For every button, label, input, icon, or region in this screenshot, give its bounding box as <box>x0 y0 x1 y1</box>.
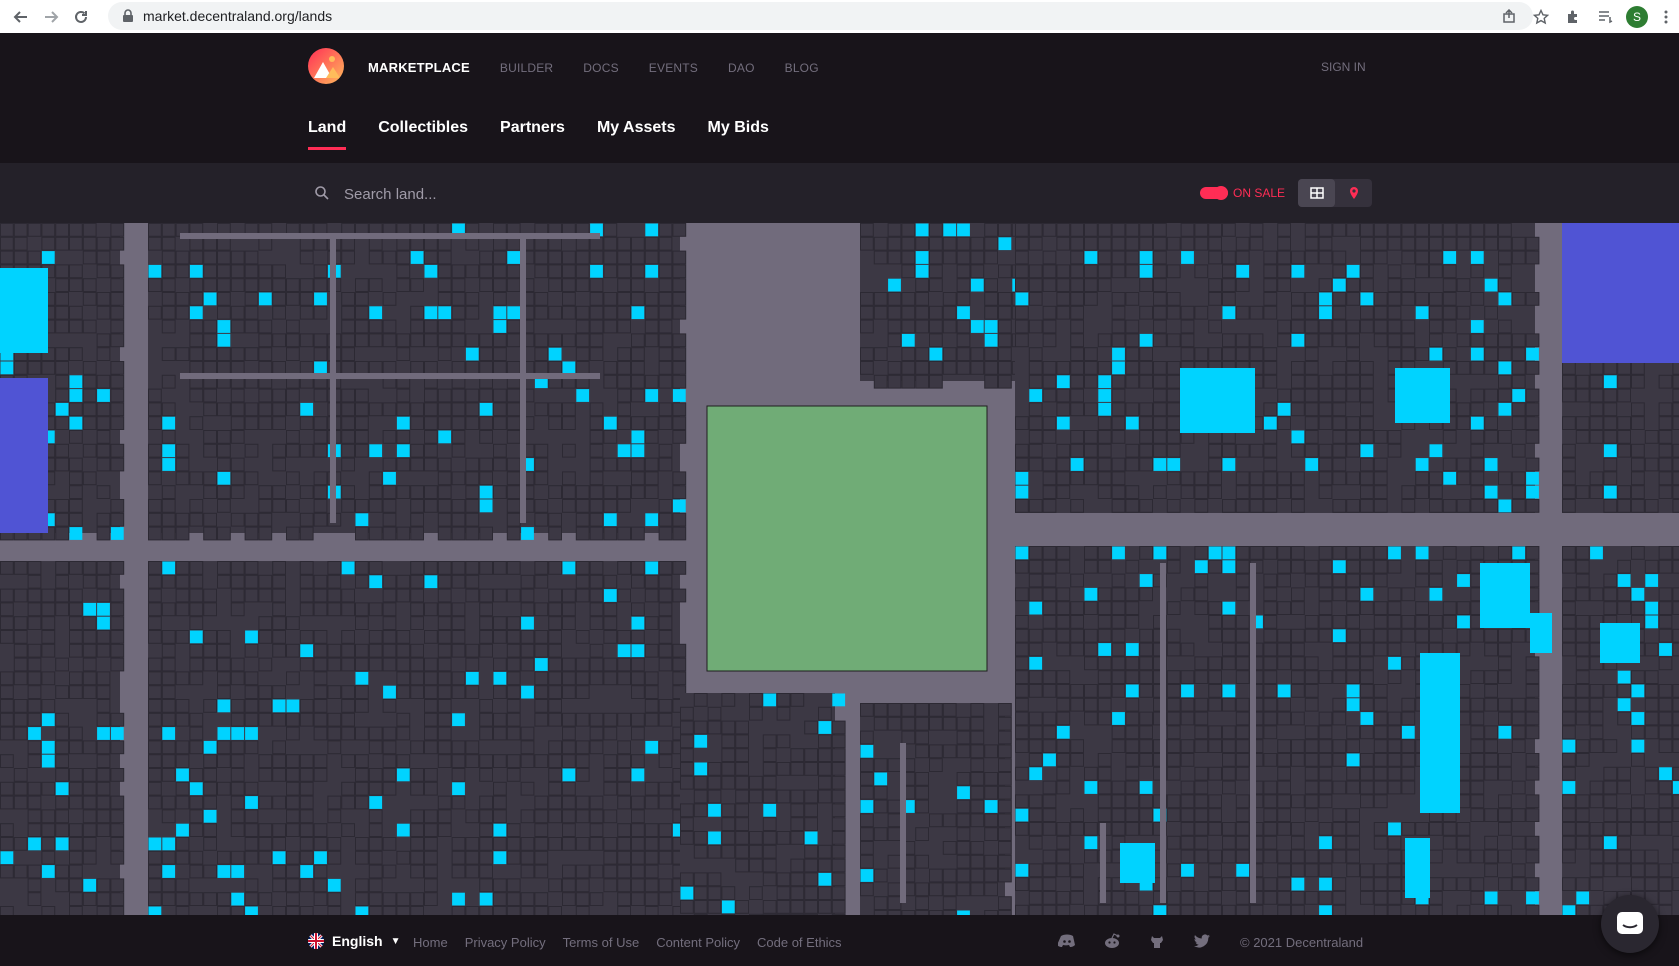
nav-marketplace[interactable]: MARKETPLACE <box>368 60 470 75</box>
chat-launcher-button[interactable] <box>1601 895 1659 953</box>
sign-in-link[interactable]: SIGN IN <box>1321 60 1366 74</box>
land-atlas-map[interactable] <box>0 223 1679 915</box>
nav-blog[interactable]: BLOG <box>785 61 819 75</box>
lock-icon <box>123 9 133 22</box>
decentraland-logo[interactable] <box>308 48 344 84</box>
browser-chrome: market.decentraland.org/lands S <box>0 0 1679 34</box>
profile-initial: S <box>1626 5 1648 28</box>
tab-partners[interactable]: Partners <box>500 119 565 150</box>
search-icon <box>315 186 329 200</box>
language-label: English <box>332 933 383 949</box>
nav-dao[interactable]: DAO <box>728 61 755 75</box>
footer-link-home[interactable]: Home <box>413 935 448 950</box>
atlas-view-button[interactable] <box>1335 179 1372 207</box>
reddit-icon[interactable] <box>1101 933 1123 949</box>
language-selector[interactable]: English ▼ <box>308 933 400 949</box>
back-icon[interactable] <box>6 2 36 32</box>
footer-link-code-of-ethics[interactable]: Code of Ethics <box>757 935 842 950</box>
footer: English ▼ Home Privacy Policy Terms of U… <box>0 915 1679 966</box>
github-icon[interactable] <box>1146 933 1168 949</box>
star-icon[interactable] <box>1525 2 1557 32</box>
top-nav: MARKETPLACE BUILDER DOCS EVENTS DAO BLOG <box>368 60 849 75</box>
tab-collectibles[interactable]: Collectibles <box>378 119 468 150</box>
chat-icon <box>1617 912 1643 934</box>
footer-links: Home Privacy Policy Terms of Use Content… <box>413 935 859 950</box>
tab-my-assets[interactable]: My Assets <box>597 119 676 150</box>
url-text: market.decentraland.org/lands <box>143 8 333 24</box>
chevron-down-icon: ▼ <box>390 935 401 947</box>
profile-avatar[interactable]: S <box>1621 2 1653 32</box>
twitter-icon[interactable] <box>1191 933 1213 949</box>
discord-icon[interactable] <box>1056 933 1078 949</box>
reload-icon[interactable] <box>66 2 96 32</box>
address-bar[interactable]: market.decentraland.org/lands <box>108 2 1533 30</box>
extensions-icon[interactable] <box>1557 2 1589 32</box>
more-icon[interactable] <box>1653 2 1679 32</box>
nav-events[interactable]: EVENTS <box>649 61 698 75</box>
atlas-canvas[interactable] <box>0 223 1679 915</box>
site-header: MARKETPLACE BUILDER DOCS EVENTS DAO BLOG… <box>0 33 1679 163</box>
search-input[interactable] <box>342 180 746 208</box>
uk-flag-icon <box>308 933 324 949</box>
footer-link-content-policy[interactable]: Content Policy <box>656 935 740 950</box>
social-links <box>1056 933 1236 949</box>
copyright-text: © 2021 Decentraland <box>1240 935 1364 950</box>
view-switch <box>1298 179 1372 207</box>
map-pin-icon <box>1349 187 1358 199</box>
nav-docs[interactable]: DOCS <box>583 61 618 75</box>
grid-icon <box>1309 187 1324 199</box>
search-bar: ON SALE <box>0 163 1679 223</box>
on-sale-label: ON SALE <box>1233 186 1286 200</box>
tab-my-bids[interactable]: My Bids <box>708 119 769 150</box>
nav-builder[interactable]: BUILDER <box>500 61 553 75</box>
section-tabs: Land Collectibles Partners My Assets My … <box>308 119 801 150</box>
footer-link-privacy[interactable]: Privacy Policy <box>465 935 546 950</box>
on-sale-toggle[interactable] <box>1200 186 1228 200</box>
tab-land[interactable]: Land <box>308 119 347 150</box>
footer-link-terms[interactable]: Terms of Use <box>563 935 640 950</box>
reading-list-icon[interactable] <box>1589 2 1621 32</box>
forward-icon[interactable] <box>36 2 66 32</box>
grid-view-button[interactable] <box>1298 179 1335 207</box>
share-icon[interactable] <box>1493 2 1525 32</box>
